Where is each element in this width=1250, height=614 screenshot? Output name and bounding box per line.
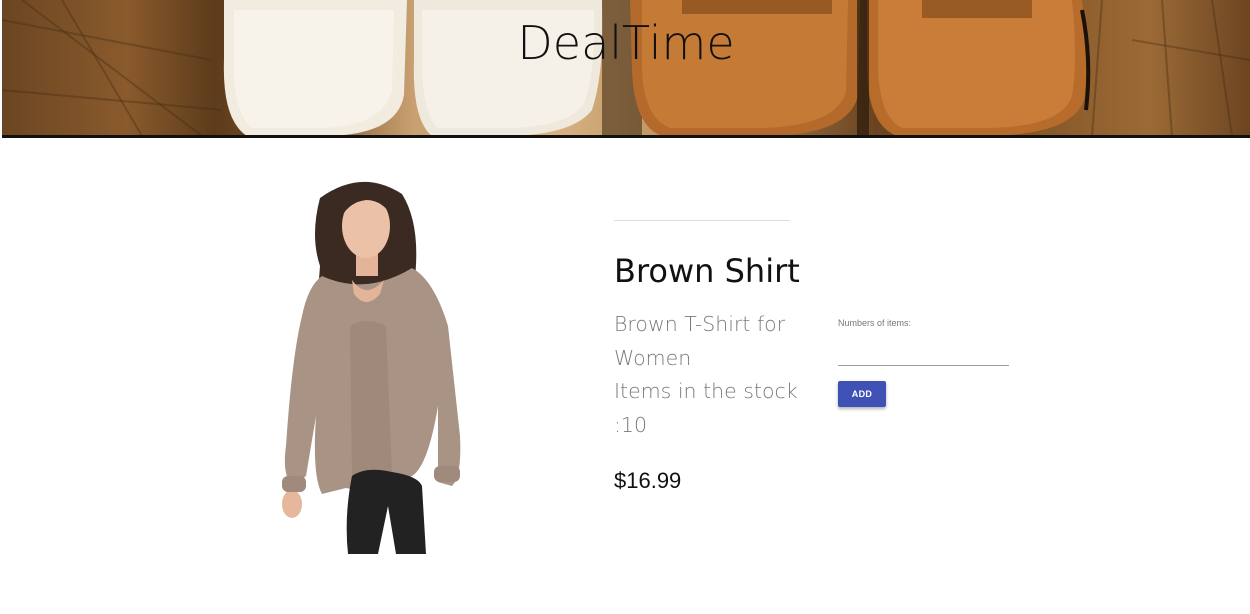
product-description: Brown T-Shirt for Women Items in the sto… bbox=[614, 308, 798, 442]
product-title: Brown Shirt bbox=[614, 252, 800, 290]
description-line: Women bbox=[614, 345, 692, 370]
title-divider bbox=[614, 220, 790, 221]
stock-label: Items in the stock bbox=[614, 379, 798, 403]
product-image bbox=[282, 181, 461, 554]
description-line: Brown T-Shirt for bbox=[614, 312, 786, 336]
product-price: $16.99 bbox=[614, 468, 682, 493]
header-banner: DealTime bbox=[2, 0, 1250, 138]
quantity-label: Numbers of items: bbox=[838, 318, 912, 328]
stock-count: :10 bbox=[614, 412, 647, 437]
add-button[interactable]: ADD bbox=[838, 381, 886, 407]
site-title[interactable]: DealTime bbox=[2, 16, 1250, 70]
quantity-input[interactable] bbox=[838, 334, 1009, 366]
